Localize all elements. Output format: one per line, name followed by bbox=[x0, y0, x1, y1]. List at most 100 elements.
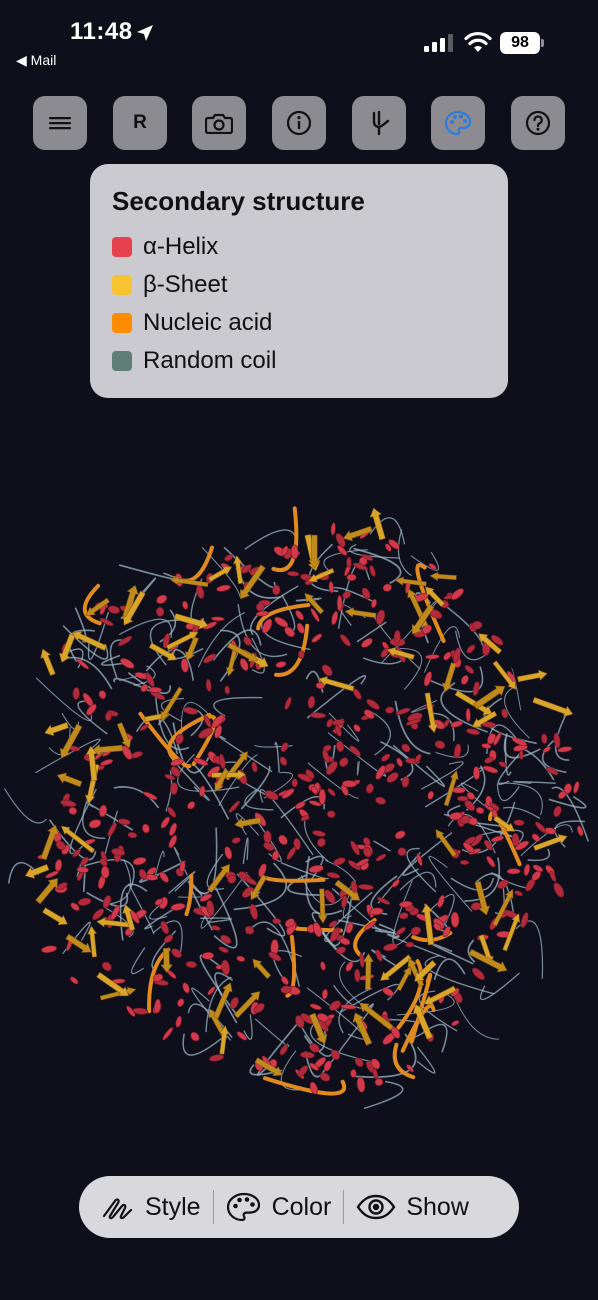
helix-segment bbox=[300, 1051, 315, 1059]
helix-segment bbox=[546, 767, 559, 776]
helix-segment bbox=[375, 796, 386, 805]
helix-segment bbox=[319, 1072, 331, 1082]
coil-segment bbox=[512, 780, 556, 784]
helix-segment bbox=[553, 882, 565, 898]
coil-segment bbox=[497, 750, 523, 786]
helix-segment bbox=[207, 986, 216, 996]
location-arrow-icon bbox=[137, 25, 153, 41]
helix-segment bbox=[320, 961, 326, 971]
nucleic-acid-strand bbox=[263, 1076, 347, 1096]
helix-segment bbox=[396, 757, 403, 767]
helix-segment bbox=[209, 1054, 224, 1062]
sheet-swatch bbox=[112, 275, 132, 295]
coil-segment bbox=[502, 806, 541, 820]
helix-segment bbox=[239, 658, 249, 671]
helix-segment bbox=[369, 565, 376, 577]
helix-segment bbox=[464, 665, 475, 674]
info-button[interactable] bbox=[272, 96, 326, 150]
legend-label: β-Sheet bbox=[143, 271, 228, 298]
style-button[interactable]: Style bbox=[79, 1176, 213, 1238]
helix-segment bbox=[297, 650, 305, 659]
sheet-segment bbox=[252, 958, 272, 980]
sheet-segment bbox=[532, 696, 574, 717]
helix-segment bbox=[271, 850, 280, 861]
nucleic-acid-strand bbox=[271, 506, 299, 573]
wifi-icon bbox=[464, 31, 492, 52]
helix-segment bbox=[224, 846, 233, 860]
helix-segment bbox=[317, 837, 326, 848]
show-button[interactable]: Show bbox=[344, 1176, 481, 1238]
coil-segment bbox=[182, 1033, 227, 1056]
helix-segment bbox=[295, 610, 304, 621]
helix-segment bbox=[450, 720, 464, 728]
helix-segment bbox=[486, 855, 496, 868]
helix-segment bbox=[309, 712, 327, 719]
sheet-segment bbox=[492, 660, 517, 691]
helix-segment bbox=[336, 595, 343, 612]
helix-segment bbox=[356, 1076, 366, 1093]
helix-segment bbox=[190, 1031, 200, 1042]
coil-segment bbox=[480, 972, 520, 1001]
helix-segment bbox=[107, 822, 117, 837]
helix-segment bbox=[573, 781, 580, 794]
helix-segment bbox=[423, 671, 433, 687]
helix-segment bbox=[218, 946, 229, 953]
sheet-segment bbox=[533, 834, 568, 851]
helix-segment bbox=[506, 868, 521, 875]
coil-segment bbox=[496, 783, 520, 802]
helix-segment bbox=[286, 846, 297, 860]
helix-segment bbox=[331, 610, 339, 626]
sheet-segment bbox=[362, 953, 374, 991]
helix-segment bbox=[471, 967, 485, 980]
tuning-fork-button[interactable] bbox=[352, 96, 406, 150]
nucleic-swatch bbox=[112, 313, 132, 333]
coil-segment bbox=[200, 917, 232, 924]
helix-segment bbox=[196, 584, 205, 599]
helix-segment bbox=[405, 941, 415, 948]
r-button[interactable]: R bbox=[113, 96, 167, 150]
helix-segment bbox=[345, 961, 354, 972]
helix-segment bbox=[118, 818, 131, 826]
helix-segment bbox=[339, 757, 349, 768]
helix-segment bbox=[274, 616, 289, 628]
sheet-segment bbox=[87, 925, 97, 958]
molecule-3d-viewer[interactable] bbox=[0, 480, 598, 1140]
protein-ribbons bbox=[3, 506, 590, 1110]
helix-segment bbox=[264, 790, 279, 801]
palette-button[interactable] bbox=[431, 96, 485, 150]
helix-segment bbox=[101, 961, 112, 972]
help-button[interactable] bbox=[511, 96, 565, 150]
helix-segment bbox=[307, 695, 316, 709]
coil-segment bbox=[363, 1080, 404, 1110]
coil-segment bbox=[520, 747, 555, 781]
palette-icon bbox=[226, 1192, 260, 1222]
helix-segment bbox=[284, 696, 292, 710]
menu-button[interactable] bbox=[33, 96, 87, 150]
pen-scribble-icon bbox=[102, 1198, 133, 1220]
helix-segment bbox=[127, 832, 138, 839]
helix-segment bbox=[120, 658, 135, 669]
coil-segment bbox=[373, 840, 391, 852]
helix-segment bbox=[182, 982, 190, 994]
helix-segment bbox=[346, 556, 352, 568]
helix-segment bbox=[107, 605, 120, 614]
coil-segment bbox=[433, 958, 466, 981]
coil-segment bbox=[254, 1018, 290, 1047]
helix-segment bbox=[346, 573, 357, 581]
helix-segment bbox=[155, 606, 165, 617]
helix-segment bbox=[224, 685, 230, 695]
coil-segment bbox=[304, 812, 329, 862]
helix-segment bbox=[475, 807, 485, 814]
camera-button[interactable] bbox=[192, 96, 246, 150]
helix-segment bbox=[72, 687, 80, 700]
sheet-segment bbox=[44, 722, 69, 737]
helix-segment bbox=[358, 884, 374, 891]
helix-segment bbox=[168, 834, 178, 849]
back-to-mail-link[interactable]: ◀ Mail bbox=[16, 52, 56, 69]
battery-tip bbox=[541, 39, 544, 47]
helix-segment bbox=[296, 622, 305, 634]
helix-segment bbox=[41, 945, 58, 953]
helix-segment bbox=[353, 724, 361, 733]
color-button[interactable]: Color bbox=[214, 1176, 344, 1238]
helix-segment bbox=[132, 857, 147, 866]
